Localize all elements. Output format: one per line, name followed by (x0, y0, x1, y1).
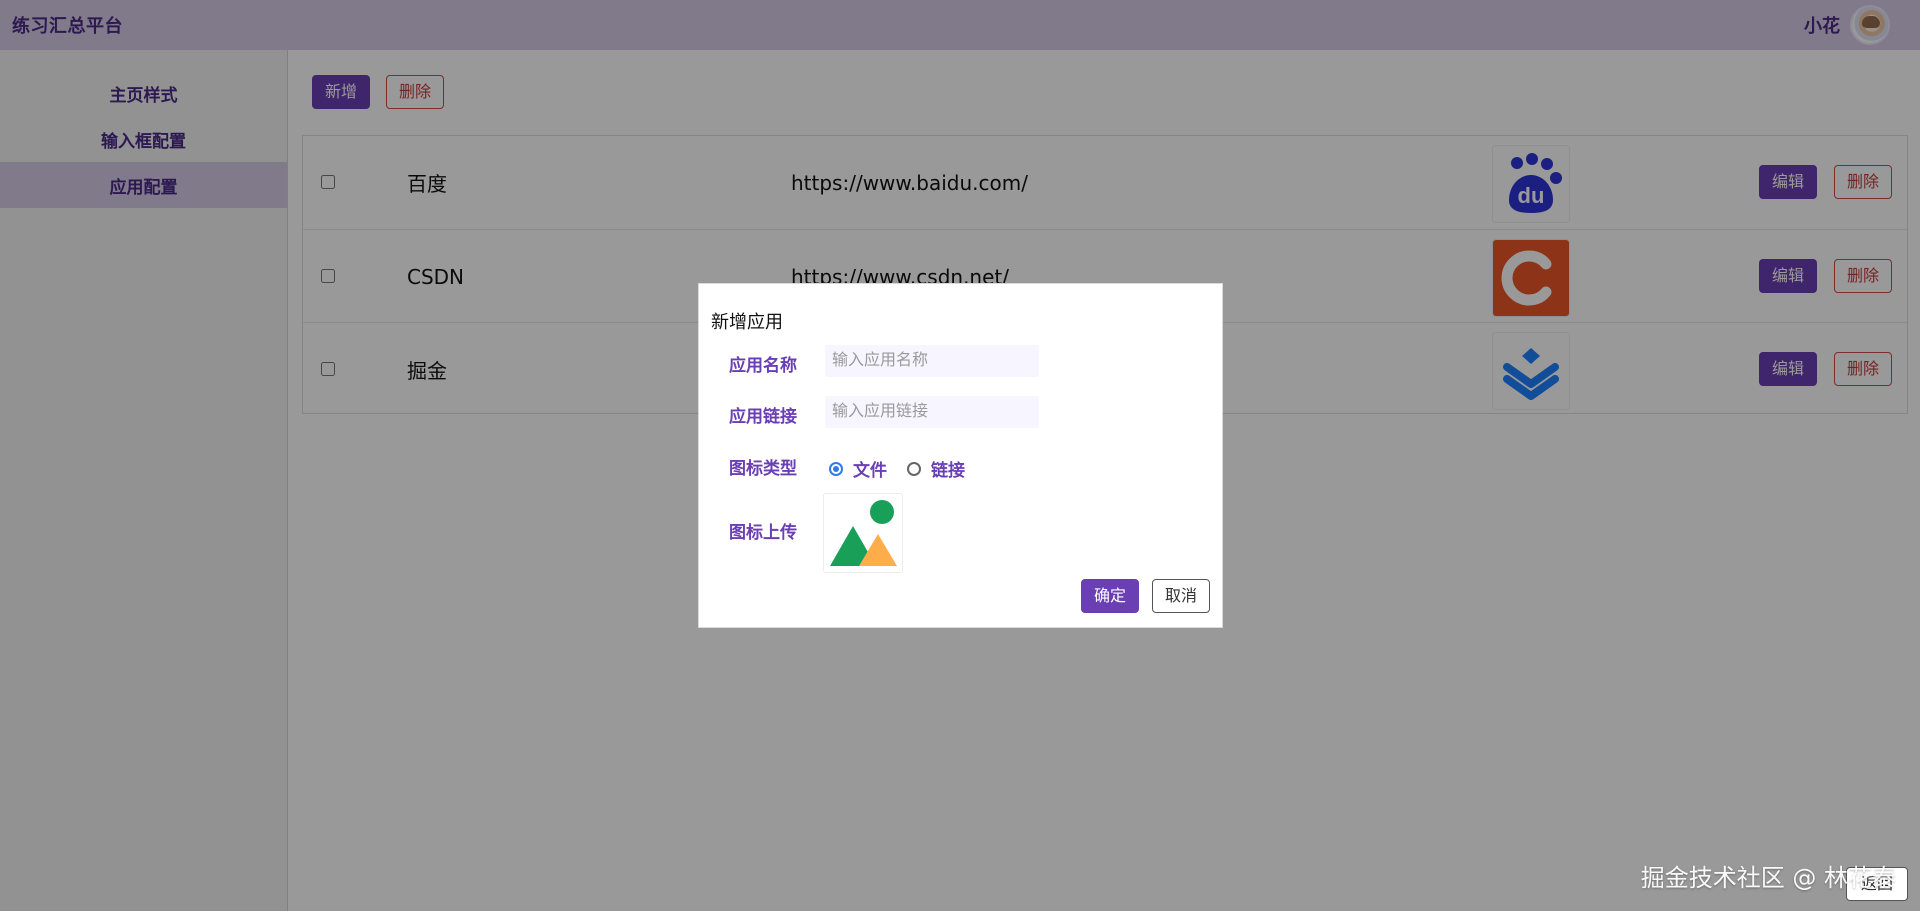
watermark-text: 掘金技术社区 @ 林花泰 (1640, 864, 1896, 892)
app-name-input[interactable] (825, 345, 1039, 377)
icon-type-link-option[interactable]: 链接 (907, 456, 965, 481)
image-upload-button[interactable] (823, 493, 903, 573)
app-link-label: 应用链接 (729, 407, 797, 427)
icon-type-link-label: 链接 (931, 461, 965, 481)
icon-type-radio-group: 文件 链接 (829, 456, 965, 481)
icon-type-label: 图标类型 (729, 459, 797, 479)
app-name-label: 应用名称 (729, 356, 797, 376)
confirm-button[interactable]: 确定 (1080, 579, 1139, 613)
icon-upload-label: 图标上传 (729, 523, 797, 543)
cancel-button[interactable]: 取消 (1151, 579, 1210, 613)
add-app-dialog: 新增应用 应用名称 应用链接 图标类型 文件 链接 图标上传 (698, 283, 1223, 628)
dialog-title: 新增应用 (711, 312, 783, 333)
app-link-input[interactable] (825, 396, 1039, 428)
image-placeholder-icon (824, 494, 902, 572)
icon-type-file-label: 文件 (853, 461, 887, 481)
dialog-actions: 确定 取消 (1080, 579, 1210, 613)
app-root: 练习汇总平台 小花 主页样式 输入框配置 应用配置 新增 删除 百度 https… (0, 0, 1920, 911)
radio-selected-icon[interactable] (829, 461, 843, 476)
radio-unselected-icon[interactable] (907, 461, 921, 476)
icon-type-file-option[interactable]: 文件 (829, 456, 887, 481)
